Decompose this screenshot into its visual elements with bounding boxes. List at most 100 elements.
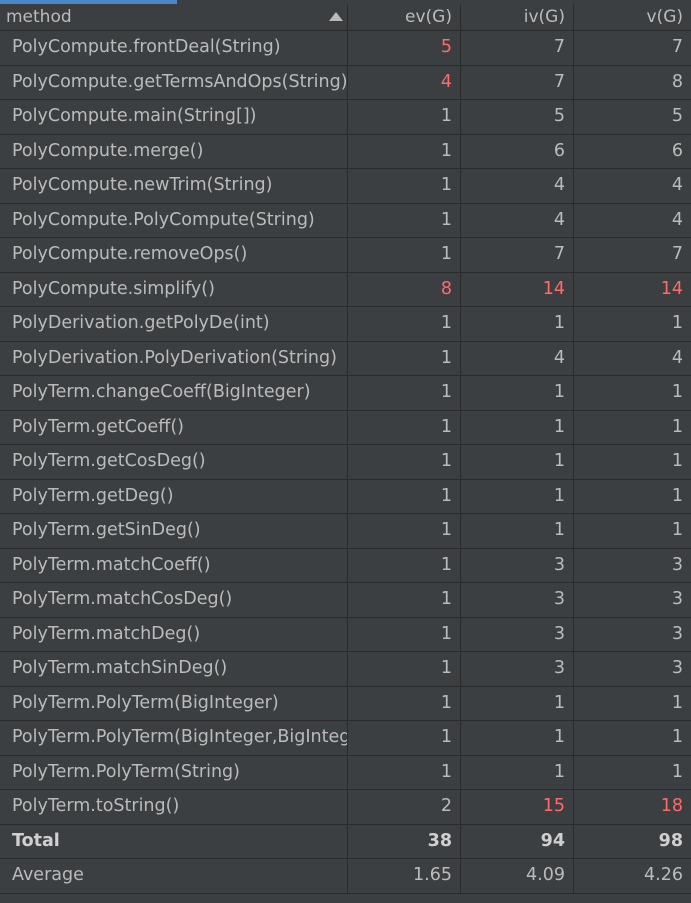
sort-ascending-icon — [329, 12, 343, 21]
iv-cell: 1 — [461, 514, 574, 548]
table-row[interactable]: PolyTerm.getDeg() 1 1 1 — [0, 479, 691, 514]
ev-cell: 1 — [348, 445, 461, 479]
method-cell: PolyCompute.simplify() — [0, 272, 348, 306]
v-cell: 1 — [671, 382, 683, 402]
table-row[interactable]: PolyTerm.PolyTerm(BigInteger,BigInteg 1 1 1 — [0, 721, 691, 756]
method-cell: PolyDerivation.PolyDerivation(String) — [0, 341, 348, 375]
ev-cell: 1 — [348, 652, 461, 686]
iv-cell: 1 — [461, 755, 574, 789]
average-row[interactable]: Average 1.65 4.09 4.26 — [0, 859, 691, 894]
method-cell: PolyTerm.getDeg() — [0, 479, 348, 513]
table-row[interactable]: PolyTerm.PolyTerm(BigInteger) 1 1 1 — [0, 686, 691, 721]
metrics-table: method ev(G) iv(G) v(G) PolyCompute.fron… — [0, 4, 691, 894]
ev-cell: 1 — [348, 238, 461, 272]
total-ev: 38 — [348, 824, 461, 858]
table-row[interactable]: PolyCompute.PolyCompute(String) 1 4 4 — [0, 203, 691, 238]
iv-cell: 5 — [461, 100, 574, 134]
method-cell: PolyCompute.merge() — [0, 134, 348, 168]
iv-cell: 7 — [461, 65, 574, 99]
column-header-ev[interactable]: ev(G) — [348, 4, 461, 30]
total-row[interactable]: Total 38 94 98 — [0, 824, 691, 859]
iv-cell: 1 — [461, 445, 574, 479]
table-row[interactable]: PolyDerivation.getPolyDe(int) 1 1 1 — [0, 307, 691, 342]
table-row[interactable]: PolyCompute.getTermsAndOps(String) 4 7 8 — [0, 65, 691, 100]
iv-cell: 14 — [461, 272, 574, 306]
ev-cell: 4 — [348, 65, 461, 99]
table-row[interactable]: PolyTerm.matchCosDeg() 1 3 3 — [0, 583, 691, 618]
table-row[interactable]: PolyTerm.getCoeff() 1 1 1 — [0, 410, 691, 445]
v-cell: 4 — [671, 209, 683, 230]
v-cell: 1 — [671, 451, 683, 471]
table-row[interactable]: PolyTerm.changeCoeff(BigInteger) 1 1 1 — [0, 376, 691, 411]
table-row[interactable]: PolyTerm.matchDeg() 1 3 3 — [0, 617, 691, 652]
table-row[interactable]: PolyCompute.simplify() 8 14 14 — [0, 272, 691, 307]
ev-cell: 1 — [348, 169, 461, 203]
table-row[interactable]: PolyTerm.PolyTerm(String) 1 1 1 — [0, 755, 691, 790]
column-header-iv[interactable]: iv(G) — [461, 4, 574, 30]
iv-cell: 1 — [461, 721, 574, 755]
v-cell: 1 — [671, 485, 683, 506]
table-row[interactable]: PolyTerm.getSinDeg() 1 1 1 — [0, 514, 691, 549]
method-cell: PolyTerm.PolyTerm(BigInteger,BigInteg — [0, 721, 348, 755]
method-cell: PolyTerm.matchCosDeg() — [0, 583, 348, 617]
table-row[interactable]: PolyTerm.matchCoeff() 1 3 3 — [0, 548, 691, 583]
ev-cell: 1 — [348, 548, 461, 582]
iv-cell: 3 — [461, 652, 574, 686]
v-cell: 3 — [671, 623, 683, 644]
v-cell: 3 — [671, 589, 683, 609]
method-cell: PolyTerm.PolyTerm(BigInteger) — [0, 686, 348, 720]
table-row[interactable]: PolyCompute.newTrim(String) 1 4 4 — [0, 169, 691, 204]
iv-cell: 3 — [461, 617, 574, 651]
table-row[interactable]: PolyCompute.frontDeal(String) 5 7 7 — [0, 31, 691, 66]
iv-cell: 1 — [461, 686, 574, 720]
iv-cell: 6 — [461, 134, 574, 168]
method-cell: PolyCompute.main(String[]) — [0, 100, 348, 134]
v-cell: 8 — [671, 71, 683, 92]
method-cell: PolyCompute.frontDeal(String) — [0, 31, 348, 65]
method-cell: PolyDerivation.getPolyDe(int) — [0, 307, 348, 341]
v-cell: 5 — [671, 106, 683, 126]
column-header-method[interactable]: method — [0, 4, 348, 30]
iv-cell: 4 — [461, 341, 574, 375]
iv-cell: 7 — [461, 31, 574, 65]
v-cell: 18 — [660, 796, 683, 816]
table-row[interactable]: PolyCompute.removeOps() 1 7 7 — [0, 238, 691, 273]
average-label: Average — [0, 859, 348, 893]
ev-cell: 1 — [348, 134, 461, 168]
iv-cell: 1 — [461, 307, 574, 341]
v-cell: 14 — [660, 278, 683, 299]
ev-cell: 1 — [348, 100, 461, 134]
ev-cell: 1 — [348, 721, 461, 755]
ev-cell: 2 — [348, 790, 461, 824]
average-iv: 4.09 — [461, 859, 574, 893]
iv-cell: 1 — [461, 376, 574, 410]
ev-cell: 1 — [348, 307, 461, 341]
method-cell: PolyTerm.changeCoeff(BigInteger) — [0, 376, 348, 410]
total-label: Total — [0, 824, 348, 858]
table-row[interactable]: PolyTerm.toString() 2 15 18 — [0, 790, 691, 825]
ev-cell: 8 — [348, 272, 461, 306]
column-header-v[interactable]: v(G) — [574, 4, 691, 30]
table-row[interactable]: PolyTerm.getCosDeg() 1 1 1 — [0, 445, 691, 480]
method-cell: PolyTerm.matchCoeff() — [0, 548, 348, 582]
ev-cell: 1 — [348, 479, 461, 513]
method-cell: PolyTerm.matchSinDeg() — [0, 652, 348, 686]
table-row[interactable]: PolyCompute.main(String[]) 1 5 5 — [0, 100, 691, 135]
ev-cell: 5 — [348, 31, 461, 65]
v-cell: 1 — [671, 727, 683, 747]
ev-cell: 1 — [348, 583, 461, 617]
iv-cell: 4 — [461, 169, 574, 203]
table-row[interactable]: PolyTerm.matchSinDeg() 1 3 3 — [0, 652, 691, 687]
total-iv: 94 — [461, 824, 574, 858]
method-cell: PolyTerm.matchDeg() — [0, 617, 348, 651]
table-row[interactable]: PolyDerivation.PolyDerivation(String) 1 4 4 — [0, 341, 691, 376]
v-cell: 1 — [671, 313, 683, 333]
method-cell: PolyTerm.toString() — [0, 790, 348, 824]
v-cell: 1 — [671, 520, 683, 540]
iv-cell: 3 — [461, 548, 574, 582]
table-row[interactable]: PolyCompute.merge() 1 6 6 — [0, 134, 691, 169]
method-cell: PolyCompute.newTrim(String) — [0, 169, 348, 203]
v-cell: 1 — [671, 761, 683, 782]
iv-cell: 1 — [461, 479, 574, 513]
table-header: method ev(G) iv(G) v(G) — [0, 4, 691, 31]
